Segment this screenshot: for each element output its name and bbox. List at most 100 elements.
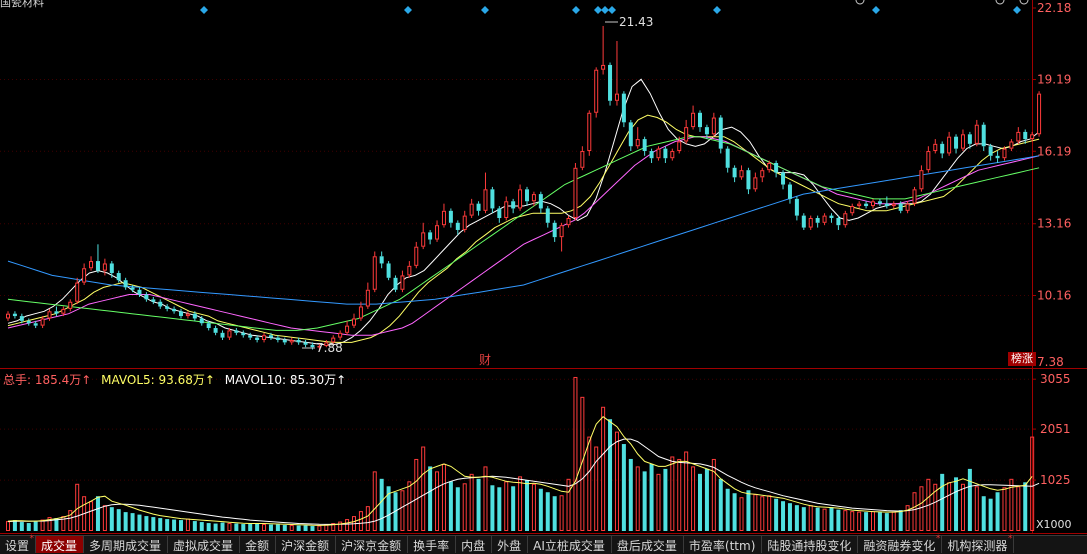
candle-body [954, 136, 959, 149]
candle-body [33, 323, 38, 326]
tab-outer[interactable]: 外盘 [492, 536, 529, 553]
tab-settings[interactable]: 设置 * [0, 534, 37, 553]
volume-bar [545, 492, 550, 531]
candle-body [483, 189, 488, 211]
candle-body [282, 339, 287, 343]
volume-bar [704, 468, 709, 531]
low-label: 7.88 [316, 341, 343, 355]
candle-body [608, 64, 613, 101]
volume-tick-label: 2051 [1040, 422, 1071, 436]
volume-bar [490, 485, 495, 531]
candle-body [241, 332, 246, 336]
candle-body [753, 177, 758, 190]
volume-tick-label: 1025 [1040, 473, 1071, 487]
candle-body [511, 201, 516, 209]
candle-body [1023, 131, 1028, 140]
candle-body [1030, 134, 1035, 140]
volume-bar [725, 488, 730, 531]
candle-body [435, 225, 440, 240]
volume-bar [234, 523, 239, 531]
candle-body [552, 222, 557, 238]
candle-body [947, 136, 952, 154]
candle-body [601, 64, 606, 70]
volume-bar [310, 526, 315, 531]
tab-sh-sz-bj-amount[interactable]: 沪深京金额 [336, 536, 409, 553]
candle-body [1009, 141, 1014, 149]
volume-bar [158, 518, 163, 531]
volume-bar [836, 509, 841, 531]
tab-pe-ttm[interactable]: 市盈率(ttm) [684, 536, 763, 553]
price-tick-label: 13.16 [1037, 217, 1071, 231]
volume-bar [898, 510, 903, 531]
candle-body [220, 332, 225, 338]
candle-body [711, 117, 716, 135]
candle-body [296, 339, 301, 343]
candle-body [691, 112, 696, 128]
candle-body [898, 203, 903, 211]
tab-institution-detector[interactable]: 机构探测器 * [942, 534, 1015, 553]
candle-body [275, 337, 280, 340]
volume-bar [1023, 482, 1028, 531]
candle-body [379, 256, 384, 264]
candle-body [877, 201, 882, 204]
volume-bar [718, 478, 723, 531]
candle-body [843, 213, 848, 226]
candle-body [677, 141, 682, 152]
candle-body [801, 215, 806, 228]
candle-body [372, 256, 377, 290]
candle-body [172, 308, 177, 312]
tab-ai-volume[interactable]: AI立桩成交量 [528, 536, 612, 553]
price-tick-label: 10.16 [1037, 289, 1071, 303]
volume-bar [774, 498, 779, 531]
tab-sh-sz-amount[interactable]: 沪深金额 [276, 536, 337, 553]
candle-body [967, 134, 972, 144]
tab-turnover[interactable]: 换手率 [408, 536, 457, 553]
volume-bar [268, 524, 273, 531]
candle-body [621, 93, 626, 123]
tab-after-hours-volume[interactable]: 盘后成交量 [612, 536, 684, 553]
candle-body [940, 143, 945, 154]
tab-volume[interactable]: 成交量 [36, 536, 85, 553]
tab-margin[interactable]: 融资融券变化 * [858, 534, 943, 553]
volume-unit-label: X1000 [1036, 518, 1072, 531]
candle-body [767, 162, 772, 171]
candle-body [545, 208, 550, 223]
candle-body [635, 139, 640, 147]
candle-body [428, 232, 433, 240]
candle-body [338, 332, 343, 338]
candle-body [580, 151, 585, 168]
candle-body [441, 210, 446, 226]
candle-body [974, 124, 979, 144]
candle-body [538, 194, 543, 209]
volume-bar [663, 468, 668, 531]
candle-body [130, 287, 135, 290]
volume-bar [26, 523, 31, 531]
candle-body [490, 189, 495, 209]
fin-mark: 财 [479, 353, 491, 367]
candle-body [206, 323, 211, 329]
volume-bar [732, 493, 737, 531]
candle-body [6, 313, 10, 319]
candle-body [739, 170, 744, 178]
volume-bar [303, 525, 308, 531]
tab-virtual-volume[interactable]: 虚拟成交量 [168, 536, 241, 553]
candle-body [628, 122, 633, 147]
volume-bar [109, 507, 114, 531]
volume-bar [476, 478, 481, 531]
tab-inner[interactable]: 内盘 [456, 536, 493, 553]
tab-multi-period-volume[interactable]: 多周期成交量 [84, 536, 169, 553]
candle-body [1016, 131, 1021, 142]
candle-body [137, 289, 142, 295]
volume-bar [877, 512, 882, 531]
candle-body [12, 313, 17, 317]
candle-body [857, 203, 862, 207]
candle-body [109, 263, 114, 274]
tab-northbound[interactable]: 陆股通持股变化 [762, 536, 859, 553]
tab-amount[interactable]: 金额 [240, 536, 277, 553]
candle-body [19, 316, 24, 321]
rank-badge[interactable]: 榜涨 [1008, 352, 1036, 366]
candle-body [531, 194, 536, 202]
volume-bar [988, 498, 993, 531]
volume-bar [552, 496, 557, 531]
candle-body [960, 134, 965, 149]
